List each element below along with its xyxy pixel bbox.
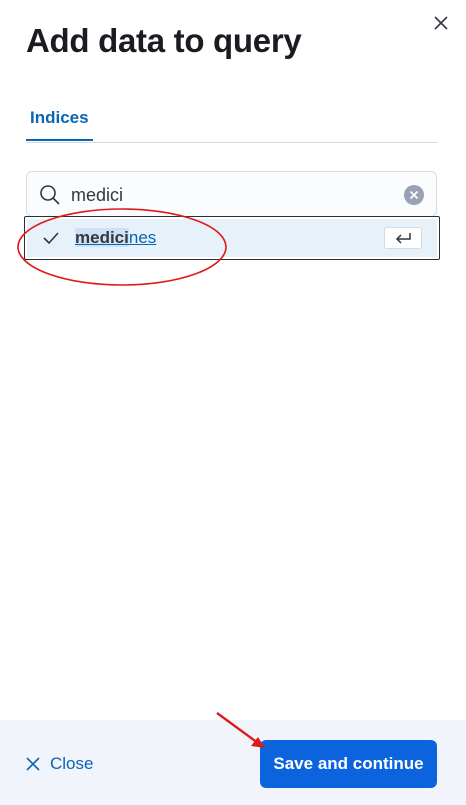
enter-key-icon xyxy=(395,233,411,244)
close-icon xyxy=(434,16,448,30)
clear-search-button[interactable] xyxy=(404,185,424,205)
flyout-close-button[interactable] xyxy=(426,8,456,38)
search-box xyxy=(26,171,437,217)
match-highlight: medici xyxy=(75,228,129,247)
tab-bar: Indices xyxy=(26,100,438,143)
tab-indices[interactable]: Indices xyxy=(26,100,93,141)
flyout-footer: Close Save and continue xyxy=(0,720,466,805)
results-list: medicines xyxy=(24,216,440,260)
close-button-label: Close xyxy=(50,754,94,773)
clear-icon xyxy=(409,190,419,200)
flyout-title: Add data to query xyxy=(26,22,302,59)
search-icon xyxy=(40,185,60,205)
close-button[interactable]: Close xyxy=(26,750,93,778)
check-icon xyxy=(43,232,59,245)
save-and-continue-button[interactable]: Save and continue xyxy=(260,740,437,788)
result-option-medicines[interactable]: medicines xyxy=(27,219,437,257)
search-input[interactable] xyxy=(69,180,393,210)
enter-key-badge xyxy=(384,227,422,249)
close-icon xyxy=(26,757,40,771)
result-option-label: medicines xyxy=(75,228,156,248)
match-remainder: nes xyxy=(128,228,157,247)
